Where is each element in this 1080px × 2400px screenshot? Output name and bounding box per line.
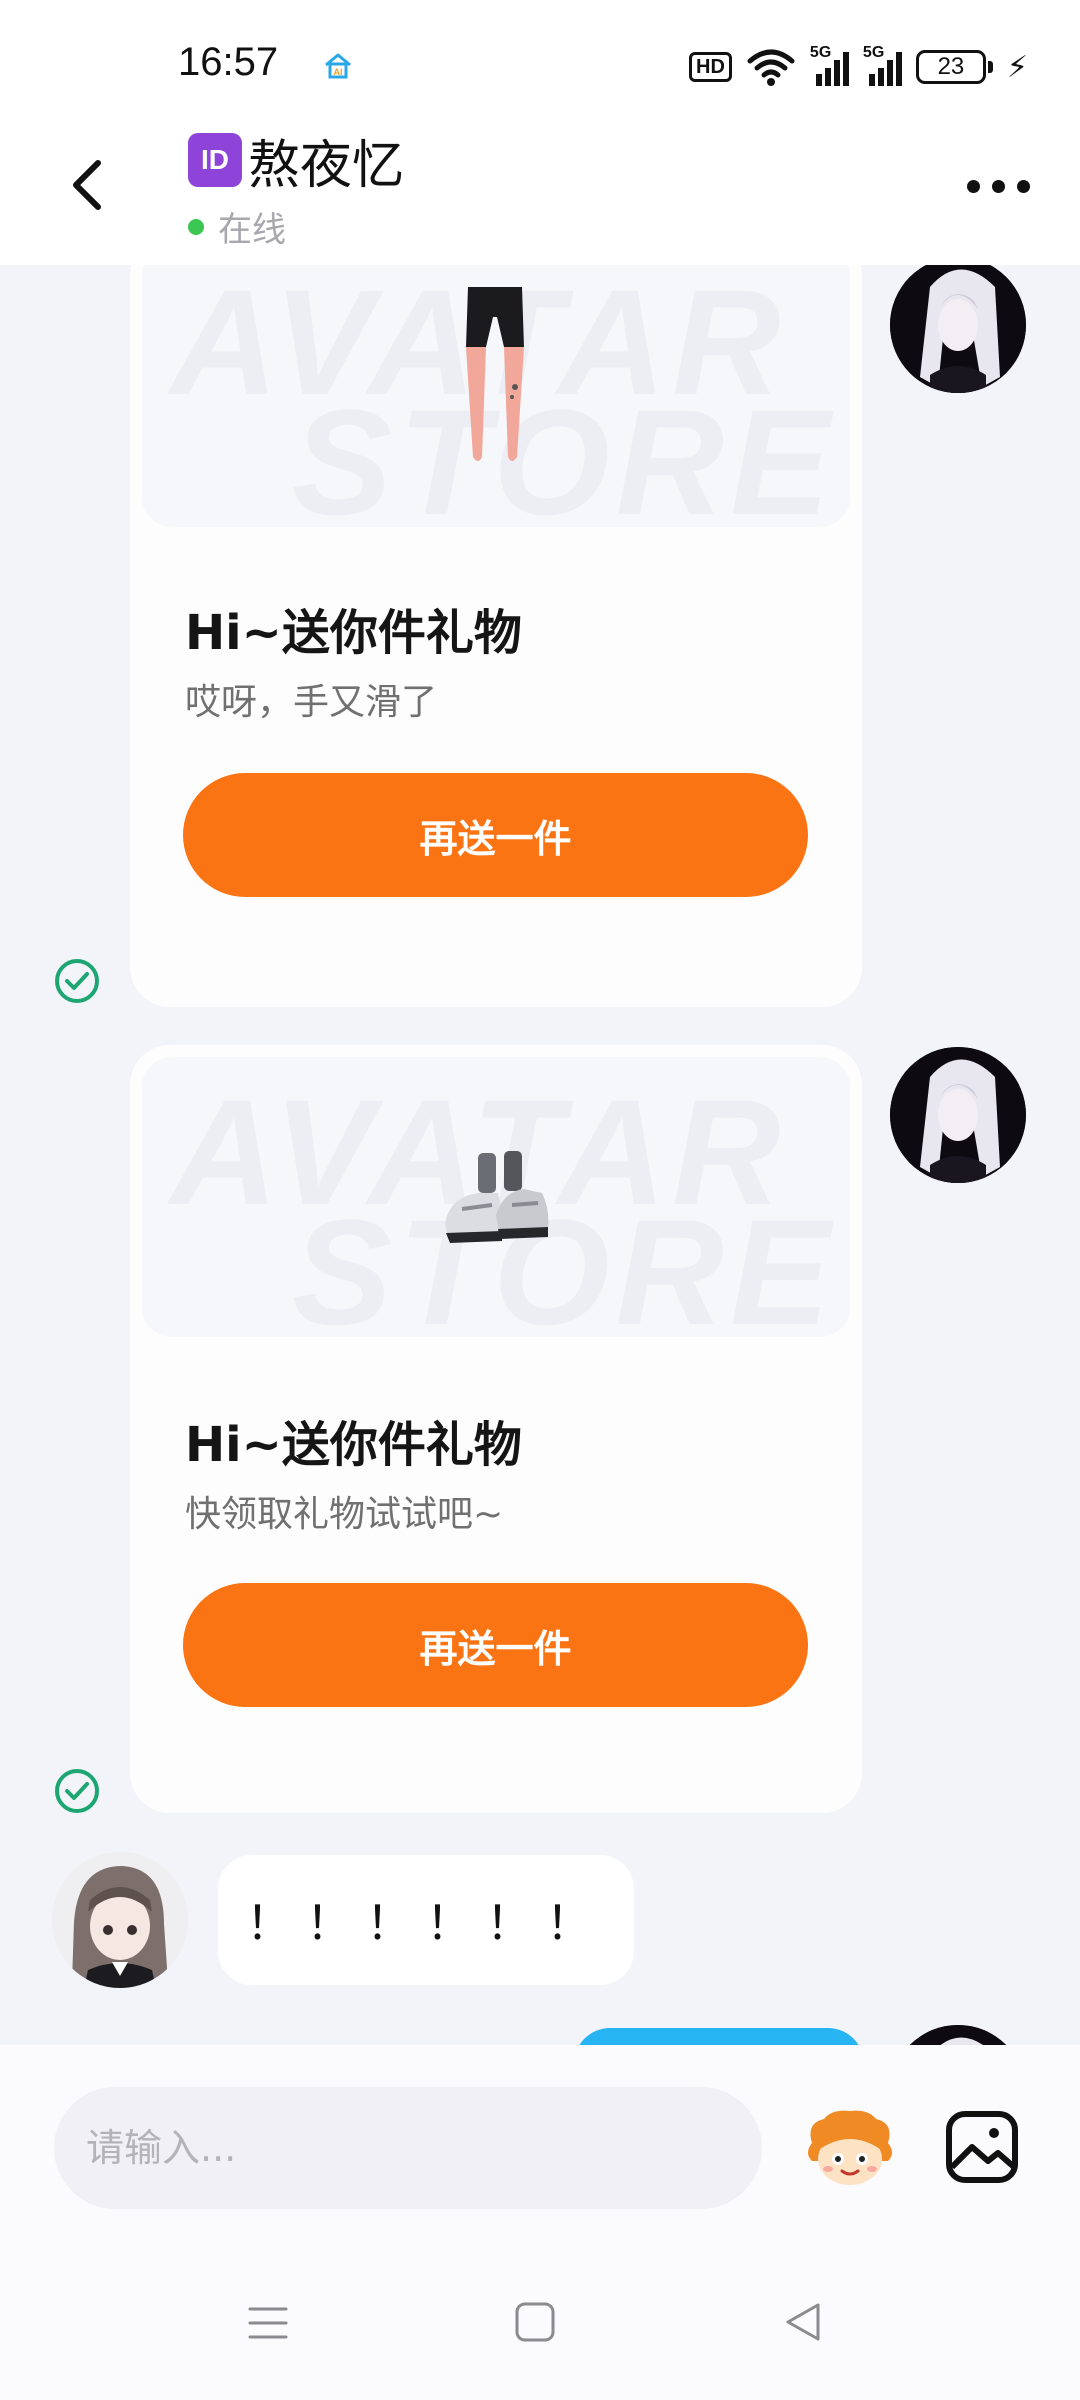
status-icons: HD 5G 5G 23 ⚡	[689, 44, 1028, 90]
gift-preview[interactable]: AVATAR STORE	[142, 1057, 850, 1337]
leggings-gift-icon	[466, 287, 524, 461]
more-dots-icon[interactable]	[967, 180, 1030, 193]
chat-header: ID 熬夜忆 在线	[0, 130, 1080, 265]
contact-info[interactable]: ID 熬夜忆 在线	[188, 130, 404, 251]
avatar-image	[890, 2025, 1026, 2045]
message-input[interactable]	[54, 2087, 762, 2209]
gift-title: Hi~送你件礼物	[185, 1417, 522, 1473]
resend-gift-button[interactable]: 再送一件	[183, 1583, 808, 1707]
contact-title: ID 熬夜忆	[188, 130, 404, 196]
system-nav-bar	[0, 2235, 1080, 2400]
message-list[interactable]: AVATAR STORE Hi~送你件礼物 哎呀，手又滑了 再送一件	[0, 265, 1080, 2045]
avatar[interactable]	[890, 265, 1026, 393]
avatar[interactable]	[52, 1852, 188, 1988]
sent-message-bubble[interactable]	[574, 2028, 864, 2045]
delivered-check-icon	[55, 959, 99, 1003]
gift-subtitle: 哎呀，手又滑了	[185, 682, 438, 723]
watermark-text: STORE	[292, 1188, 837, 1337]
avatar[interactable]	[890, 1047, 1026, 1183]
delivered-check-icon	[55, 1769, 99, 1813]
message-text: ！！！！！！	[246, 1896, 606, 1950]
battery-icon: 23	[915, 50, 993, 84]
ai-home-icon: AI	[325, 53, 351, 79]
menu-icon[interactable]	[246, 2301, 290, 2345]
received-message-bubble[interactable]: ！！！！！！	[218, 1855, 634, 1985]
svg-text:AI: AI	[334, 67, 343, 77]
gift-preview[interactable]: AVATAR STORE	[142, 265, 850, 527]
sneakers-gift-icon	[445, 1151, 549, 1243]
status-time: 16:57	[178, 40, 279, 84]
charging-bolt-icon: ⚡	[1006, 49, 1028, 85]
gift-card: AVATAR STORE Hi~送你件礼物 哎呀，手又滑了 再送一件	[130, 265, 862, 1007]
avatar-image	[52, 1852, 188, 1988]
id-badge-icon: ID	[188, 133, 242, 187]
signal-5g-icon: 5G	[863, 44, 902, 86]
status-bar: 16:57 AI HD 5G 5G 23 ⚡	[0, 0, 1080, 130]
emoji-sticker-icon[interactable]	[802, 2109, 898, 2191]
avatar-image	[890, 1047, 1026, 1183]
contact-name: 熬夜忆	[248, 135, 405, 196]
gift-card: AVATAR STORE Hi~送你件礼物 快领取礼物试试吧~ 再送一件	[130, 1045, 862, 1813]
image-picker-icon[interactable]	[944, 2109, 1020, 2185]
signal-5g-icon: 5G	[810, 44, 849, 86]
watermark-text: STORE	[292, 378, 837, 527]
resend-gift-button[interactable]: 再送一件	[183, 773, 808, 897]
chevron-left-icon[interactable]	[60, 155, 120, 215]
gift-title: Hi~送你件礼物	[185, 605, 522, 661]
home-square-icon[interactable]	[514, 2301, 556, 2343]
back-triangle-icon[interactable]	[780, 2299, 826, 2345]
input-bar	[0, 2045, 1080, 2235]
battery-level: 23	[937, 53, 965, 80]
online-status-label: 在线	[218, 210, 286, 250]
avatar[interactable]	[890, 2025, 1026, 2045]
online-dot-icon	[188, 218, 204, 235]
gift-subtitle: 快领取礼物试试吧~	[185, 1494, 504, 1535]
avatar-image	[890, 265, 1026, 393]
chat-screen: 16:57 AI HD 5G 5G 23 ⚡ ID 熬夜忆 在线 STORE H…	[0, 0, 1080, 2400]
online-status: 在线	[188, 202, 404, 251]
wifi-icon	[747, 49, 795, 86]
hd-icon: HD	[689, 52, 732, 82]
